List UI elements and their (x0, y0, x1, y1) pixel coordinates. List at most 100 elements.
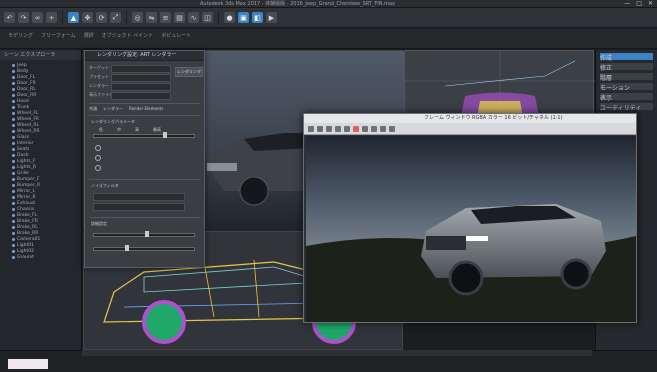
ribbon-tab[interactable]: 選択 (84, 32, 94, 39)
visibility-icon[interactable] (12, 147, 15, 151)
quality-slider[interactable] (93, 134, 195, 138)
advanced-slider[interactable] (93, 233, 195, 237)
visibility-icon[interactable] (12, 219, 15, 223)
command-tab[interactable]: 表示 (600, 93, 653, 102)
visibility-icon[interactable] (12, 207, 15, 211)
red-channel-icon[interactable] (353, 125, 359, 132)
visibility-icon[interactable] (12, 249, 15, 253)
visibility-icon[interactable] (12, 75, 15, 79)
visibility-icon[interactable] (12, 87, 15, 91)
ribbon-tab[interactable]: ポピュレート (161, 32, 191, 39)
advanced-slider-knob[interactable] (125, 245, 129, 251)
close-button[interactable]: ✕ (648, 0, 653, 8)
redo-icon[interactable]: ↷ (18, 12, 29, 23)
visibility-icon[interactable] (12, 123, 15, 127)
render-button[interactable]: レンダリング (175, 67, 203, 77)
alpha-channel-icon[interactable] (380, 125, 386, 132)
visibility-icon[interactable] (12, 117, 15, 121)
monochrome-icon[interactable] (389, 125, 395, 132)
view-field[interactable] (111, 92, 171, 100)
link-icon[interactable]: ∞ (32, 12, 43, 23)
visibility-icon[interactable] (12, 255, 15, 259)
command-tab[interactable]: モーション (600, 83, 653, 92)
clear-icon[interactable] (344, 125, 350, 132)
target-field[interactable] (111, 65, 171, 73)
save-image-icon[interactable] (308, 125, 314, 132)
visibility-icon[interactable] (12, 171, 15, 175)
visibility-icon[interactable] (12, 225, 15, 229)
mirror-icon[interactable]: ⇋ (146, 12, 157, 23)
layer-icon[interactable]: ▤ (174, 12, 185, 23)
visibility-icon[interactable] (12, 195, 15, 199)
filter-field[interactable] (93, 193, 185, 201)
rotate-icon[interactable]: ⟳ (96, 12, 107, 23)
command-tab[interactable]: 修正 (600, 63, 653, 72)
scene-item-label: Mirror_R (17, 194, 36, 200)
advanced-slider[interactable] (93, 247, 195, 251)
radio-button[interactable] (95, 155, 101, 161)
tab-renderer[interactable]: レンダラー (103, 106, 123, 112)
visibility-icon[interactable] (12, 183, 15, 187)
visibility-icon[interactable] (12, 141, 15, 145)
scale-icon[interactable]: ⤢ (110, 12, 121, 23)
visibility-icon[interactable] (12, 243, 15, 247)
ribbon-tab[interactable]: オブジェクト ペイント (102, 32, 154, 39)
visibility-icon[interactable] (12, 63, 15, 67)
command-tab[interactable]: 作成 (600, 53, 653, 62)
select-icon[interactable]: ▲ (68, 12, 79, 23)
maximize-button[interactable]: □ (636, 0, 642, 8)
ribbon-tab[interactable]: モデリング (8, 32, 33, 39)
align-icon[interactable]: ≡ (160, 12, 171, 23)
visibility-icon[interactable] (12, 99, 15, 103)
command-tab[interactable]: 階層 (600, 73, 653, 82)
visibility-icon[interactable] (12, 165, 15, 169)
rendered-image (306, 136, 636, 322)
schematic-icon[interactable]: ◫ (202, 12, 213, 23)
tab-render-elements[interactable]: Render Elements (129, 106, 163, 112)
visibility-icon[interactable] (12, 201, 15, 205)
render-setup-icon[interactable]: ▣ (238, 12, 249, 23)
scene-list-item[interactable]: Ground (0, 254, 82, 260)
curve-icon[interactable]: ∿ (188, 12, 199, 23)
command-tab[interactable]: ユーティリティ (600, 103, 653, 112)
advanced-slider-knob[interactable] (145, 231, 149, 237)
scene-item-label: Bumper_R (17, 182, 41, 188)
visibility-icon[interactable] (12, 237, 15, 241)
blue-channel-icon[interactable] (371, 125, 377, 132)
green-channel-icon[interactable] (362, 125, 368, 132)
visibility-icon[interactable] (12, 93, 15, 97)
visibility-icon[interactable] (12, 153, 15, 157)
visibility-icon[interactable] (12, 111, 15, 115)
window-controls: — □ ✕ (624, 0, 653, 8)
ribbon-tab[interactable]: フリーフォーム (41, 32, 76, 39)
render-icon[interactable]: ▶ (266, 12, 277, 23)
visibility-icon[interactable] (12, 129, 15, 133)
snap-icon[interactable]: ◎ (132, 12, 143, 23)
clone-window-icon[interactable] (326, 125, 332, 132)
unlink-icon[interactable]: ÷ (46, 12, 57, 23)
maxscript-listener[interactable] (8, 359, 48, 369)
render-frame-icon[interactable]: ◧ (252, 12, 263, 23)
visibility-icon[interactable] (12, 231, 15, 235)
minimize-button[interactable]: — (624, 0, 630, 8)
renderer-field[interactable] (111, 83, 171, 91)
visibility-icon[interactable] (12, 135, 15, 139)
filter-strength-field[interactable] (93, 203, 185, 211)
visibility-icon[interactable] (12, 189, 15, 193)
visibility-icon[interactable] (12, 81, 15, 85)
material-icon[interactable]: ● (224, 12, 235, 23)
radio-button[interactable] (95, 165, 101, 171)
copy-image-icon[interactable] (317, 125, 323, 132)
visibility-icon[interactable] (12, 213, 15, 217)
visibility-icon[interactable] (12, 105, 15, 109)
undo-icon[interactable]: ↶ (4, 12, 15, 23)
move-icon[interactable]: ✥ (82, 12, 93, 23)
quality-slider-knob[interactable] (163, 132, 167, 138)
print-icon[interactable] (335, 125, 341, 132)
visibility-icon[interactable] (12, 69, 15, 73)
radio-button[interactable] (95, 145, 101, 151)
tab-common[interactable]: 共通 (89, 106, 97, 112)
visibility-icon[interactable] (12, 177, 15, 181)
visibility-icon[interactable] (12, 159, 15, 163)
preset-field[interactable] (111, 74, 171, 82)
